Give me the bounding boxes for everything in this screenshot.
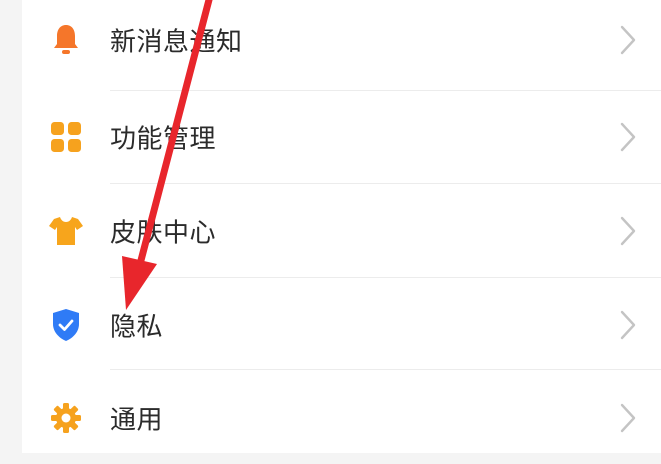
divider xyxy=(110,183,661,184)
gear-icon xyxy=(48,400,84,436)
chevron-right-icon xyxy=(620,403,636,433)
chevron-right-icon xyxy=(620,310,636,340)
settings-item-feature-management[interactable]: 功能管理 xyxy=(22,91,661,183)
settings-item-privacy[interactable]: 隐私 xyxy=(22,279,661,371)
shield-check-icon xyxy=(48,307,84,343)
settings-list: 新消息通知 功能管理 皮肤中心 隐私 通用 xyxy=(22,0,661,453)
settings-item-label: 通用 xyxy=(110,405,164,436)
settings-item-general[interactable]: 通用 xyxy=(22,372,661,464)
bell-icon xyxy=(48,22,84,58)
settings-item-label: 新消息通知 xyxy=(110,27,243,58)
grid-apps-icon xyxy=(48,119,84,155)
settings-item-label: 皮肤中心 xyxy=(110,218,217,249)
settings-item-label: 隐私 xyxy=(110,312,164,343)
chevron-right-icon xyxy=(620,122,636,152)
settings-item-notifications[interactable]: 新消息通知 xyxy=(22,0,661,86)
settings-item-label: 功能管理 xyxy=(110,124,217,155)
settings-item-skin-center[interactable]: 皮肤中心 xyxy=(22,185,661,277)
divider xyxy=(110,369,661,370)
chevron-right-icon xyxy=(620,25,636,55)
divider xyxy=(110,277,661,278)
tshirt-icon xyxy=(48,213,84,249)
chevron-right-icon xyxy=(620,216,636,246)
